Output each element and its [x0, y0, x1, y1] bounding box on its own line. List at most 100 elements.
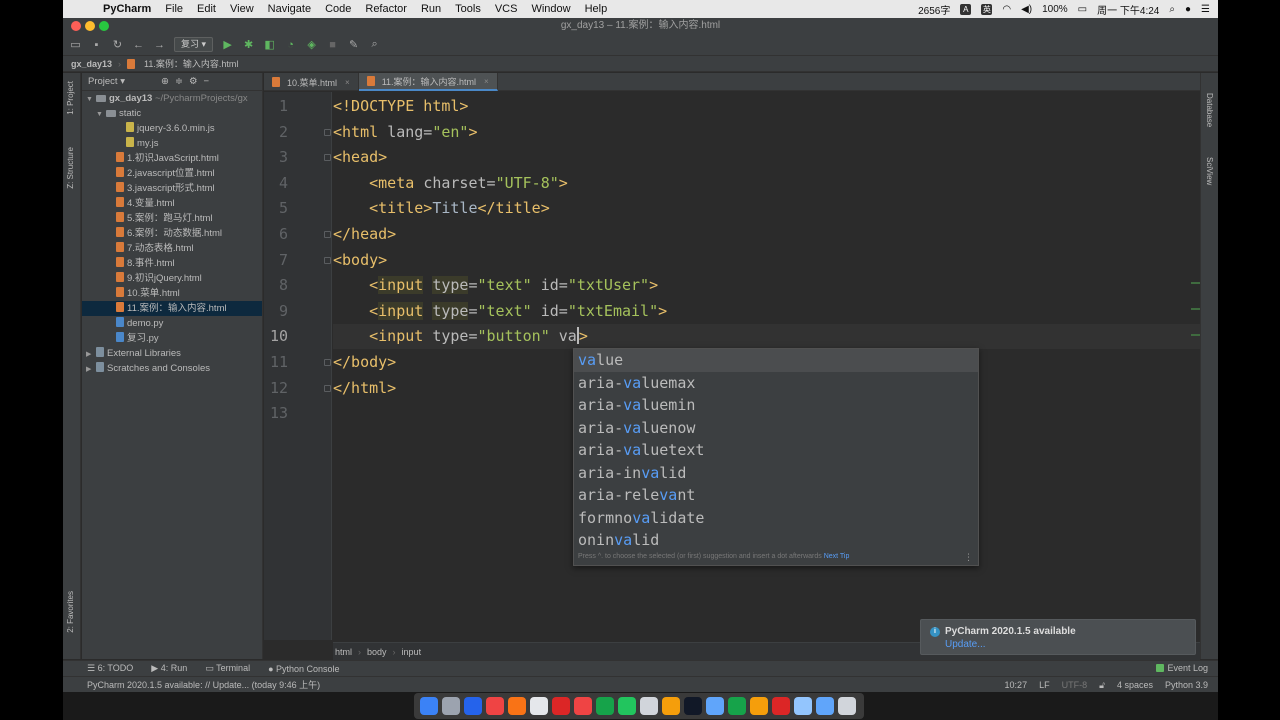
collapse-all-icon[interactable]: ≑: [175, 76, 183, 87]
code-line[interactable]: <title>Title</title>: [333, 196, 550, 221]
dock-app-icon[interactable]: [684, 697, 702, 715]
code-line[interactable]: <head>: [333, 145, 387, 170]
next-tip-link[interactable]: Next Tip: [824, 553, 850, 560]
dock-app-icon[interactable]: [420, 697, 438, 715]
code-line[interactable]: <html lang="en">: [333, 120, 478, 145]
dock-app-icon[interactable]: [508, 697, 526, 715]
python-console-tool-button[interactable]: ● Python Console: [268, 664, 339, 674]
tree-item[interactable]: 4.变量.html: [82, 196, 262, 211]
tree-item[interactable]: 7.动态表格.html: [82, 241, 262, 256]
completion-item[interactable]: aria-valuetext: [574, 439, 978, 462]
tree-item[interactable]: 5.案例：跑马灯.html: [82, 211, 262, 226]
dock-app-icon[interactable]: [552, 697, 570, 715]
menu-code[interactable]: Code: [325, 3, 351, 15]
battery-percent[interactable]: 100%: [1042, 4, 1068, 15]
fold-marker-icon[interactable]: [324, 256, 331, 264]
menu-run[interactable]: Run: [421, 3, 441, 15]
menu-vcs[interactable]: VCS: [495, 3, 518, 15]
save-all-icon[interactable]: ▪: [90, 38, 103, 51]
hide-panel-icon[interactable]: −: [203, 76, 209, 87]
line-number[interactable]: 11: [264, 350, 288, 375]
tree-item[interactable]: ▼ static: [82, 106, 262, 121]
completion-item[interactable]: formnovalidate: [574, 507, 978, 530]
tab-11-input[interactable]: 11.案例：输入内容.html ×: [358, 73, 498, 91]
line-number[interactable]: 9: [264, 299, 288, 324]
file-encoding[interactable]: UTF-8: [1062, 677, 1088, 693]
tree-item[interactable]: 6.案例：动态数据.html: [82, 226, 262, 241]
tree-item[interactable]: 2.javascript位置.html: [82, 166, 262, 181]
clock[interactable]: 周一 下午4:24: [1097, 2, 1159, 17]
nav-file[interactable]: 11.案例：输入内容.html: [144, 57, 238, 70]
completion-item[interactable]: aria-relevant: [574, 484, 978, 507]
search-icon[interactable]: ⌕: [368, 38, 381, 51]
dock-app-icon[interactable]: [750, 697, 768, 715]
sciview-tool-tab[interactable]: SciView: [1205, 157, 1214, 185]
completion-item[interactable]: aria-invalid: [574, 462, 978, 485]
stop-icon[interactable]: ■: [326, 38, 339, 51]
dock-app-icon[interactable]: [618, 697, 636, 715]
lock-icon[interactable]: 🔓︎: [1099, 677, 1105, 693]
line-number[interactable]: 7: [264, 248, 288, 273]
tree-item[interactable]: 9.初识jQuery.html: [82, 271, 262, 286]
control-center-icon[interactable]: ☰: [1201, 4, 1210, 15]
fold-marker-icon[interactable]: [324, 154, 331, 162]
todo-tool-button[interactable]: ☰ 6: TODO: [87, 663, 133, 674]
run-configuration-select[interactable]: 复习 ▾: [174, 37, 214, 52]
close-tab-icon[interactable]: ×: [484, 77, 489, 86]
tree-item[interactable]: my.js: [82, 136, 262, 151]
line-separator[interactable]: LF: [1039, 677, 1050, 693]
sync-icon[interactable]: ↻: [111, 38, 124, 51]
completion-item[interactable]: aria-valuemax: [574, 372, 978, 395]
breadcrumb-body[interactable]: body: [367, 647, 387, 657]
status-message[interactable]: PyCharm 2020.1.5 available: // Update...…: [87, 680, 320, 690]
code-line[interactable]: </html>: [333, 376, 396, 401]
menu-file[interactable]: File: [165, 3, 183, 15]
menubar-app-name[interactable]: PyCharm: [103, 3, 151, 15]
siri-icon[interactable]: ●: [1185, 4, 1191, 15]
dock-app-icon[interactable]: [838, 697, 856, 715]
line-number[interactable]: 13: [264, 401, 288, 426]
battery-icon[interactable]: ▭: [1078, 4, 1087, 15]
ime-icon[interactable]: 英: [981, 3, 993, 15]
dock-app-icon[interactable]: [816, 697, 834, 715]
completion-item[interactable]: value: [574, 349, 978, 372]
dock-app-icon[interactable]: [662, 697, 680, 715]
line-number[interactable]: 4: [264, 171, 288, 196]
line-number[interactable]: 10: [264, 324, 288, 349]
close-window-icon[interactable]: [71, 21, 81, 31]
project-tool-tab[interactable]: 1: Project: [66, 81, 75, 115]
run-icon[interactable]: ▶: [221, 38, 234, 51]
word-count-indicator[interactable]: 2656字: [918, 2, 950, 17]
coverage-icon[interactable]: ◧: [263, 38, 276, 51]
project-view-select[interactable]: Project ▾: [88, 76, 125, 87]
expand-arrow-icon[interactable]: ▶: [86, 347, 96, 362]
terminal-tool-button[interactable]: ▭ Terminal: [205, 663, 250, 674]
code-line[interactable]: <input type="text" id="txtUser">: [333, 273, 658, 298]
tree-item[interactable]: ▼ gx_day13 ~/PycharmProjects/gx: [82, 91, 262, 106]
zoom-window-icon[interactable]: [99, 21, 109, 31]
dock-app-icon[interactable]: [530, 697, 548, 715]
python-interpreter[interactable]: Python 3.9: [1165, 677, 1208, 693]
code-line[interactable]: <body>: [333, 248, 387, 273]
menu-help[interactable]: Help: [585, 3, 608, 15]
tree-item[interactable]: 1.初识JavaScript.html: [82, 151, 262, 166]
dock-app-icon[interactable]: [442, 697, 460, 715]
dock-app-icon[interactable]: [640, 697, 658, 715]
dock-app-icon[interactable]: [596, 697, 614, 715]
dock-app-icon[interactable]: [486, 697, 504, 715]
line-number[interactable]: 5: [264, 196, 288, 221]
wrench-icon[interactable]: ✎: [347, 38, 360, 51]
event-log-button[interactable]: Event Log: [1156, 663, 1208, 673]
breadcrumb-html[interactable]: html: [335, 647, 352, 657]
tree-item[interactable]: 11.案例：输入内容.html: [82, 301, 262, 316]
fold-marker-icon[interactable]: [324, 231, 331, 238]
more-options-icon[interactable]: ⋮: [964, 549, 973, 565]
locate-file-icon[interactable]: ⊕: [161, 76, 169, 87]
dock-app-icon[interactable]: [728, 697, 746, 715]
dock-app-icon[interactable]: [574, 697, 592, 715]
tree-item[interactable]: 3.javascript形式.html: [82, 181, 262, 196]
input-method-icon[interactable]: A: [960, 3, 972, 15]
favorites-tool-tab[interactable]: 2: Favorites: [66, 591, 75, 633]
nav-project[interactable]: gx_day13: [71, 59, 112, 69]
fold-marker-icon[interactable]: [324, 128, 331, 136]
